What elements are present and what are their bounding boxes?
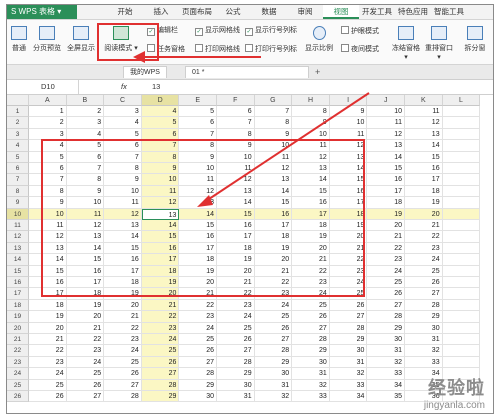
watermark-url: jingyanla.com — [423, 400, 485, 411]
watermark-text: 经验啦 — [428, 378, 485, 398]
annotation-arrowhead — [133, 51, 145, 63]
annotation-arrows — [133, 51, 370, 207]
wps-window: S WPS 表格 ▾ 开始插入页面布局公式数据审阅视图开发工具特色应用智能工具箱… — [6, 4, 494, 414]
watermark: 经验啦 jingyanla.com — [424, 374, 485, 411]
annotation-arrow-line — [202, 92, 370, 204]
